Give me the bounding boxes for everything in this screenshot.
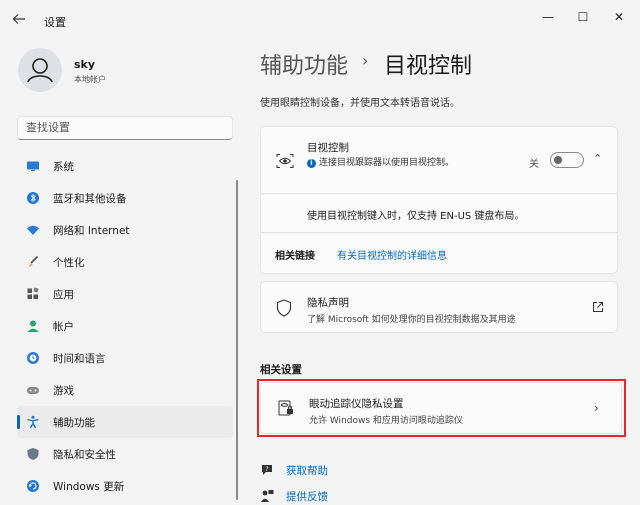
sidebar-item-label: Windows 更新 <box>53 480 125 493</box>
sidebar-item-label: 蓝牙和其他设备 <box>53 192 127 205</box>
privacy-subtitle: 了解 Microsoft 如何处理你的目视控制数据及其用途 <box>307 315 516 325</box>
sidebar-item-label: 游戏 <box>53 384 74 397</box>
account-type: 本地帐户 <box>74 75 106 84</box>
back-button[interactable] <box>12 12 32 28</box>
feedback-icon <box>261 490 274 502</box>
privacy-title: 隐私声明 <box>307 297 349 309</box>
sidebar-item-windows-update[interactable]: Windows 更新 <box>17 470 233 502</box>
eye-control-title: 目视控制 <box>307 142 349 154</box>
chevron-up-icon[interactable]: ⌃ <box>593 153 607 165</box>
sidebar-item-label: 时间和语言 <box>53 352 106 365</box>
sidebar-scrollbar[interactable] <box>236 180 238 500</box>
sidebar-item-accessibility[interactable]: 辅助功能 <box>17 406 233 438</box>
eye-control-icon <box>276 154 294 168</box>
user-name: sky <box>74 58 96 71</box>
sidebar-item-label: 隐私和安全性 <box>53 448 116 461</box>
accessibility-icon <box>27 415 39 429</box>
person-icon <box>27 320 39 332</box>
eye-control-info-row: 使用目视控制键入时，仅支持 EN-US 键盘布局。 <box>260 195 618 233</box>
update-icon <box>27 480 39 492</box>
sidebar-item-label: 帐户 <box>53 320 74 333</box>
sidebar-item-time-language[interactable]: 时间和语言 <box>17 342 233 374</box>
avatar[interactable] <box>18 48 62 92</box>
sidebar-item-label: 辅助功能 <box>53 416 95 429</box>
chevron-right-icon: › <box>594 401 599 415</box>
keyboard-layout-note: 使用目视控制键入时，仅支持 EN-US 键盘布局。 <box>307 211 525 222</box>
get-help-label: 获取帮助 <box>286 464 328 477</box>
gamepad-icon <box>27 387 39 394</box>
sidebar-item-system[interactable]: 系统 <box>17 150 233 182</box>
breadcrumb-separator: › <box>362 51 369 70</box>
globe-clock-icon <box>27 352 39 364</box>
sidebar-item-personalization[interactable]: 个性化 <box>17 246 233 278</box>
minimize-button[interactable]: — <box>537 8 559 26</box>
sidebar-item-label: 系统 <box>53 160 74 173</box>
brush-icon <box>28 255 39 268</box>
sidebar-item-label: 应用 <box>53 288 74 301</box>
eye-tracker-privacy-card[interactable]: 眼动追踪仪隐私设置 允许 Windows 和应用访问眼动追踪仪 › <box>260 382 622 434</box>
tracker-subtitle: 允许 Windows 和应用访问眼动追踪仪 <box>309 416 463 426</box>
sidebar-item-apps[interactable]: 应用 <box>17 278 233 310</box>
monitor-icon <box>27 161 39 172</box>
toggle-knob <box>554 156 562 164</box>
shield-icon <box>276 299 292 317</box>
related-links-row: 相关链接 有关目视控制的详细信息 <box>260 234 618 274</box>
sidebar-item-network[interactable]: 网络和 Internet <box>17 214 233 246</box>
related-links-label: 相关链接 <box>275 251 315 262</box>
get-help-link[interactable]: ? 获取帮助 <box>260 461 328 479</box>
help-icon: ? <box>262 465 272 475</box>
eye-control-details-link[interactable]: 有关目视控制的详细信息 <box>337 247 447 262</box>
sidebar-item-privacy[interactable]: 隐私和安全性 <box>17 438 233 470</box>
feedback-link[interactable]: 提供反馈 <box>260 487 328 505</box>
eye-control-status-text: 连接目视跟踪器以使用目视控制。 <box>319 158 455 168</box>
breadcrumb-parent[interactable]: 辅助功能 <box>260 48 348 80</box>
eye-tracker-icon <box>278 400 293 416</box>
maximize-button[interactable]: ☐ <box>572 8 594 26</box>
apps-icon <box>27 287 39 299</box>
close-button[interactable]: ✕ <box>608 8 630 26</box>
sidebar-item-bluetooth[interactable]: 蓝牙和其他设备 <box>17 182 233 214</box>
sidebar-item-label: 个性化 <box>53 256 85 269</box>
related-settings-heading: 相关设置 <box>260 364 302 376</box>
external-link-icon <box>593 302 603 312</box>
eye-control-status: i 连接目视跟踪器以使用目视控制。 <box>307 157 467 170</box>
sidebar-item-gaming[interactable]: 游戏 <box>17 374 233 406</box>
back-arrow-icon <box>12 14 25 24</box>
info-icon: i <box>307 159 316 168</box>
eye-control-toggle[interactable] <box>550 152 584 168</box>
app-title: 设置 <box>44 16 66 29</box>
sidebar-nav: 系统 蓝牙和其他设备 网络和 Internet 个性化 应用 帐户 时间和语言 … <box>17 150 233 502</box>
privacy-statement-card[interactable]: 隐私声明 了解 Microsoft 如何处理你的目视控制数据及其用途 <box>260 281 618 333</box>
tracker-title: 眼动追踪仪隐私设置 <box>309 398 404 410</box>
title-bar: 设置 — ☐ ✕ <box>0 0 640 40</box>
page-description: 使用眼睛控制设备，并使用文本转语音说话。 <box>260 98 460 109</box>
page-title: 目视控制 <box>384 54 473 79</box>
svg-text:?: ? <box>265 466 268 473</box>
sidebar-item-label: 网络和 Internet <box>53 224 130 237</box>
user-icon <box>27 58 53 83</box>
wifi-icon <box>27 225 39 235</box>
active-indicator <box>17 415 20 429</box>
eye-control-card[interactable]: 目视控制 i 连接目视跟踪器以使用目视控制。 关 ⌃ <box>260 126 618 194</box>
sidebar-item-accounts[interactable]: 帐户 <box>17 310 233 342</box>
feedback-label: 提供反馈 <box>286 490 328 503</box>
search-input[interactable]: 查找设置 <box>17 116 233 140</box>
shield-icon <box>27 448 39 460</box>
bluetooth-icon <box>27 192 39 204</box>
toggle-state-label: 关 <box>529 159 539 170</box>
